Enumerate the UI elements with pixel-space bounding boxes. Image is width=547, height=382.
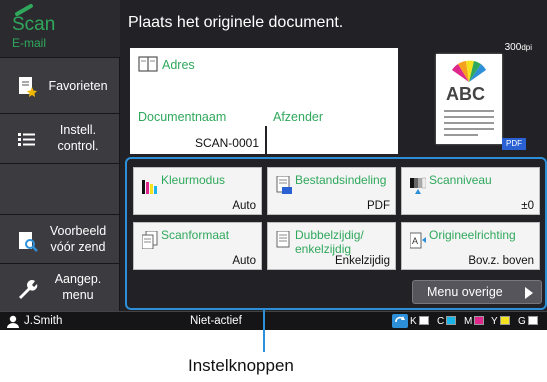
preview-page: ABC [436, 54, 502, 144]
toner-g: G [518, 316, 538, 327]
sidebar-item-favorieten[interactable]: Favorieten [0, 58, 120, 114]
printer-touch-screen: Scan E-mail Favorieten Instell. control. [0, 0, 547, 330]
setting-title: Scanniveau [429, 173, 492, 187]
address-book-icon [138, 56, 158, 72]
toner-m: M [464, 316, 485, 327]
toner-level-icon [527, 316, 538, 325]
toner-y: Y [491, 316, 510, 327]
text-line [444, 116, 494, 118]
setting-scanniveau-button[interactable]: Scanniveau ±0 [401, 167, 540, 215]
svg-text:A: A [412, 236, 418, 246]
setting-bestandsindeling-button[interactable]: Bestandsindeling PDF [267, 167, 396, 215]
setting-value: ±0 [521, 200, 534, 212]
address-label: Adres [162, 58, 195, 72]
scan-level-icon [410, 177, 426, 194]
setting-value: Auto [232, 255, 256, 267]
setting-title: Dubbelzijdig/ enkelzijdig [295, 228, 364, 256]
sidebar-item-aangep-menu[interactable]: Aangep. menu [0, 264, 120, 311]
setting-title: Bestandsindeling [295, 173, 387, 187]
user-icon [7, 315, 19, 328]
setting-value: Bov.z. boven [468, 255, 534, 267]
document-name-label: Documentnaam [138, 110, 227, 124]
document-name-overlay: Documentnaam [130, 104, 265, 154]
file-format-icon [276, 176, 292, 194]
more-menu-label: Menu overige [427, 285, 503, 299]
text-line [444, 134, 478, 136]
sender-label: Afzender [273, 110, 324, 124]
toner-level-icon [418, 316, 429, 325]
sidebar-item-label: Instell. control. [57, 123, 99, 153]
resolution-value: 300 [504, 42, 522, 53]
setting-kleurmodus-button[interactable]: Kleurmodus Auto [133, 167, 262, 215]
status-bar: J.Smith Niet-actief K C M Y G [0, 311, 547, 330]
toner-k: K [410, 316, 429, 327]
setting-origineelrichting-button[interactable]: A Origineelrichting Bov.z. boven [401, 222, 540, 270]
scan-size-icon [142, 231, 158, 249]
status-state: Niet-actief [190, 315, 242, 327]
text-line [444, 128, 494, 130]
setting-title: Kleurmodus [161, 173, 226, 187]
setting-value: Enkelzijdig [335, 255, 390, 267]
callout-label: Instelknoppen [188, 356, 294, 375]
resolution-unit: dpi [521, 43, 532, 52]
instruction-message: Plaats het originele document. [128, 14, 344, 31]
sidebar-item-instell-control[interactable]: Instell. control. [0, 114, 120, 164]
preview-doc-text: ABC [446, 84, 485, 104]
toner-label: Y [491, 316, 498, 327]
document-preview: 300dpi ABC PDF [408, 42, 532, 154]
star-document-icon [19, 77, 37, 97]
sidebar: Scan E-mail Favorieten Instell. control. [0, 0, 120, 311]
toner-label: K [410, 316, 417, 327]
toner-c: C [437, 316, 457, 327]
text-line [444, 122, 494, 124]
toner-label: G [518, 316, 526, 327]
toner-label: M [464, 316, 473, 327]
status-user: J.Smith [24, 315, 63, 327]
sidebar-item-label: Voorbeeld vóór zend [49, 224, 107, 254]
toner-label: C [437, 316, 445, 327]
mode-tab-scan-email[interactable]: Scan E-mail [0, 0, 120, 58]
refresh-icon [392, 314, 408, 328]
setting-title: Origineelrichting [429, 228, 516, 242]
resolution-indicator: 300dpi [505, 42, 532, 53]
wrench-icon [19, 280, 38, 299]
sidebar-item-label: Aangep. menu [54, 272, 102, 302]
setting-scanformaat-button[interactable]: Scanformaat Auto [133, 222, 262, 270]
sender-field[interactable]: Afzender [267, 104, 398, 154]
color-mode-icon [142, 180, 157, 194]
color-fan-icon [452, 60, 486, 82]
toner-level-icon [474, 316, 485, 325]
setting-value: PDF [367, 200, 390, 212]
text-line [444, 110, 494, 112]
mode-subtitle: E-mail [12, 36, 47, 50]
pdf-format-badge: PDF [502, 138, 526, 150]
sidebar-item-voorbeeld[interactable]: Voorbeeld vóór zend [0, 214, 120, 264]
setting-title: Scanformaat [161, 228, 230, 242]
more-menu-button[interactable]: Menu overige [412, 280, 542, 304]
callout-line [263, 310, 265, 352]
duplex-icon [276, 231, 290, 248]
setting-dubbelzijdig-button[interactable]: Dubbelzijdig/ enkelzijdig Enkelzijdig [267, 222, 396, 270]
setting-value: Auto [232, 200, 256, 212]
sidebar-item-label: Favorieten [48, 79, 108, 93]
list-icon [18, 133, 35, 146]
mode-title: Scan [12, 14, 56, 35]
orientation-icon: A [410, 232, 426, 249]
arrow-right-icon [525, 287, 533, 299]
toner-level-icon [446, 316, 457, 325]
toner-level-icon [499, 316, 510, 325]
preview-magnifier-icon [19, 232, 38, 252]
